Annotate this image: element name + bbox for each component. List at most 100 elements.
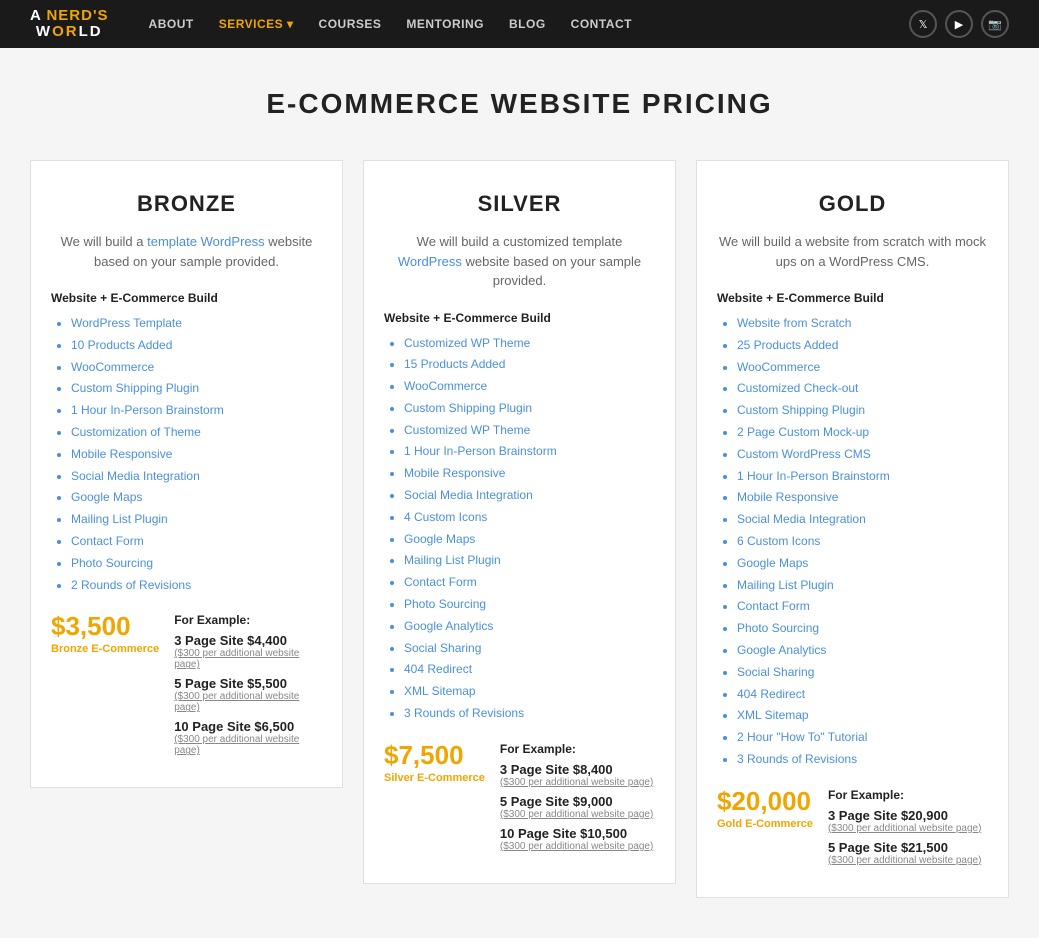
list-item: 15 Products Added [404, 356, 655, 373]
silver-example-3: 10 Page Site $10,500 ($300 per additiona… [500, 826, 655, 852]
bronze-card: BRONZE We will build a template WordPres… [30, 160, 343, 788]
nav-mentoring[interactable]: MENTORING [406, 17, 484, 31]
silver-example-label: For Example: [500, 742, 655, 756]
gold-desc: We will build a website from scratch wit… [717, 232, 988, 271]
nav-about[interactable]: ABOUT [149, 17, 194, 31]
silver-price-label: Silver E-Commerce [384, 772, 485, 784]
bronze-example-3: 10 Page Site $6,500 ($300 per additional… [174, 719, 322, 756]
list-item: Mobile Responsive [71, 446, 322, 463]
list-item: Customized WP Theme [404, 335, 655, 352]
bronze-pricing: $3,500 Bronze E-Commerce For Example: 3 … [51, 613, 322, 762]
silver-desc-link[interactable]: WordPress [398, 254, 462, 269]
bronze-examples: For Example: 3 Page Site $4,400 ($300 pe… [174, 613, 322, 762]
list-item: 1 Hour In-Person Brainstorm [737, 468, 988, 485]
list-item: Contact Form [737, 598, 988, 615]
list-item: Photo Sourcing [404, 596, 655, 613]
list-item: WooCommerce [737, 359, 988, 376]
list-item: 1 Hour In-Person Brainstorm [71, 402, 322, 419]
list-item: Social Sharing [404, 640, 655, 657]
list-item: 3 Rounds of Revisions [737, 751, 988, 768]
silver-example-2: 5 Page Site $9,000 ($300 per additional … [500, 794, 655, 820]
list-item: WordPress Template [71, 315, 322, 332]
list-item: Social Media Integration [737, 511, 988, 528]
gold-card: GOLD We will build a website from scratc… [696, 160, 1009, 898]
instagram-icon[interactable]: 📷 [981, 10, 1009, 38]
list-item: Mobile Responsive [404, 465, 655, 482]
pricing-grid: BRONZE We will build a template WordPres… [0, 140, 1039, 938]
gold-features: Website from Scratch 25 Products Added W… [717, 315, 988, 768]
list-item: WooCommerce [404, 378, 655, 395]
nav-social-icons: 𝕏 ▶ 📷 [909, 10, 1009, 38]
silver-pricing: $7,500 Silver E-Commerce For Example: 3 … [384, 742, 655, 858]
bronze-price-label: Bronze E-Commerce [51, 643, 159, 655]
list-item: WooCommerce [71, 359, 322, 376]
list-item: Contact Form [71, 533, 322, 550]
silver-price-block: $7,500 Silver E-Commerce [384, 742, 485, 784]
list-item: Google Analytics [737, 642, 988, 659]
gold-price-block: $20,000 Gold E-Commerce [717, 788, 813, 830]
bronze-example-label: For Example: [174, 613, 322, 627]
nav-blog[interactable]: BLOG [509, 17, 546, 31]
silver-features: Customized WP Theme 15 Products Added Wo… [384, 335, 655, 722]
nav-services[interactable]: SERVICES ▾ [219, 17, 294, 31]
list-item: Social Media Integration [404, 487, 655, 504]
list-item: Mobile Responsive [737, 489, 988, 506]
list-item: 2 Page Custom Mock-up [737, 424, 988, 441]
silver-title: SILVER [384, 191, 655, 217]
list-item: XML Sitemap [737, 707, 988, 724]
youtube-icon[interactable]: ▶ [945, 10, 973, 38]
gold-price-label: Gold E-Commerce [717, 818, 813, 830]
list-item: 3 Rounds of Revisions [404, 705, 655, 722]
list-item: Contact Form [404, 574, 655, 591]
list-item: Mailing List Plugin [71, 511, 322, 528]
list-item: 2 Rounds of Revisions [71, 577, 322, 594]
twitter-icon[interactable]: 𝕏 [909, 10, 937, 38]
bronze-section-label: Website + E-Commerce Build [51, 291, 322, 305]
list-item: Custom Shipping Plugin [737, 402, 988, 419]
bronze-big-price: $3,500 [51, 613, 159, 639]
list-item: Custom WordPress CMS [737, 446, 988, 463]
list-item: Google Maps [737, 555, 988, 572]
silver-desc: We will build a customized template Word… [384, 232, 655, 291]
gold-section-label: Website + E-Commerce Build [717, 291, 988, 305]
bronze-desc-link[interactable]: template WordPress [147, 234, 265, 249]
list-item: Custom Shipping Plugin [404, 400, 655, 417]
gold-big-price: $20,000 [717, 788, 813, 814]
list-item: Custom Shipping Plugin [71, 380, 322, 397]
list-item: 6 Custom Icons [737, 533, 988, 550]
silver-examples: For Example: 3 Page Site $8,400 ($300 pe… [500, 742, 655, 858]
gold-examples: For Example: 3 Page Site $20,900 ($300 p… [828, 788, 988, 872]
gold-pricing: $20,000 Gold E-Commerce For Example: 3 P… [717, 788, 988, 872]
list-item: Google Analytics [404, 618, 655, 635]
list-item: Customized Check-out [737, 380, 988, 397]
nav-contact[interactable]: CONTACT [571, 17, 632, 31]
list-item: 404 Redirect [404, 661, 655, 678]
bronze-example-2: 5 Page Site $5,500 ($300 per additional … [174, 676, 322, 713]
logo-text: A NERD'S WORLD [30, 8, 109, 41]
list-item: Website from Scratch [737, 315, 988, 332]
bronze-example-1: 3 Page Site $4,400 ($300 per additional … [174, 633, 322, 670]
logo[interactable]: A NERD'S WORLD [30, 8, 109, 41]
list-item: Google Maps [71, 489, 322, 506]
bronze-desc: We will build a template WordPress websi… [51, 232, 322, 271]
list-item: Google Maps [404, 531, 655, 548]
gold-example-2: 5 Page Site $21,500 ($300 per additional… [828, 840, 988, 866]
silver-card: SILVER We will build a customized templa… [363, 160, 676, 884]
list-item: Social Media Integration [71, 468, 322, 485]
gold-example-label: For Example: [828, 788, 988, 802]
list-item: Customized WP Theme [404, 422, 655, 439]
bronze-title: BRONZE [51, 191, 322, 217]
list-item: Mailing List Plugin [404, 552, 655, 569]
list-item: Photo Sourcing [737, 620, 988, 637]
nav-courses[interactable]: COURSES [319, 17, 382, 31]
list-item: 1 Hour In-Person Brainstorm [404, 443, 655, 460]
bronze-price-block: $3,500 Bronze E-Commerce [51, 613, 159, 655]
list-item: Customization of Theme [71, 424, 322, 441]
silver-example-1: 3 Page Site $8,400 ($300 per additional … [500, 762, 655, 788]
list-item: Social Sharing [737, 664, 988, 681]
gold-example-1: 3 Page Site $20,900 ($300 per additional… [828, 808, 988, 834]
list-item: 25 Products Added [737, 337, 988, 354]
list-item: 2 Hour "How To" Tutorial [737, 729, 988, 746]
navigation: A NERD'S WORLD ABOUT SERVICES ▾ COURSES … [0, 0, 1039, 48]
nav-links: ABOUT SERVICES ▾ COURSES MENTORING BLOG … [149, 17, 909, 31]
